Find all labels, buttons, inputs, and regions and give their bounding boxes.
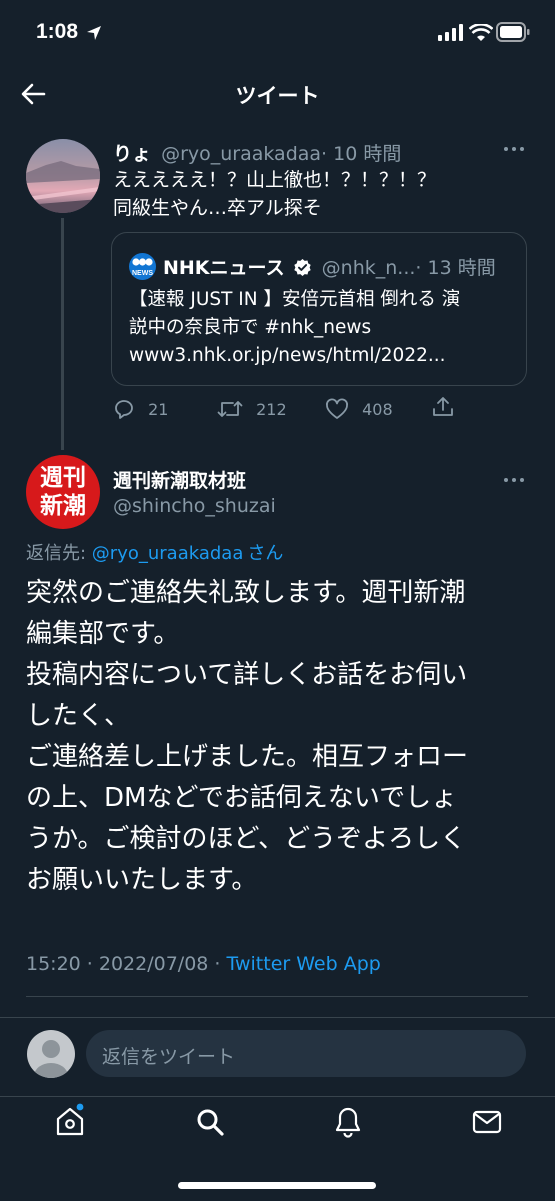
replying-to-suffix: さん bbox=[247, 543, 284, 564]
quoted-tweet[interactable]: NEWS NHKニュース @nhk_n...· 13 時間 【速報 JUST I… bbox=[111, 232, 527, 386]
my-avatar[interactable] bbox=[27, 1030, 75, 1078]
more-options-icon[interactable] bbox=[503, 145, 525, 153]
tweet-text: えええええ！？山上徹也！？！？！？ 同級生やん…卒アル探そ bbox=[113, 166, 436, 222]
replying-to-prefix: 返信先: bbox=[26, 543, 92, 564]
timestamp-text: 15:20 · 2022/07/08 · bbox=[26, 953, 227, 975]
like-action[interactable]: 408 bbox=[325, 398, 393, 420]
notification-dot bbox=[76, 1103, 84, 1111]
status-bar: 1:08 bbox=[0, 0, 555, 66]
svg-text:NEWS: NEWS bbox=[132, 270, 153, 277]
quote-text: 【速報 JUST IN 】安倍元首相 倒れる 演 説中の奈良市で #nhk_ne… bbox=[129, 286, 519, 370]
avatar-text-line: 週刊 bbox=[40, 465, 86, 491]
tweet-text-line: 同級生やん…卒アル探そ bbox=[113, 197, 322, 219]
display-name[interactable]: 週刊新潮取材班 bbox=[113, 466, 246, 493]
replying-to-handle[interactable]: @ryo_uraakadaa bbox=[92, 543, 244, 564]
default-avatar-icon bbox=[34, 1040, 68, 1078]
thread-line bbox=[61, 218, 64, 450]
home-indicator bbox=[178, 1182, 376, 1189]
quote-text-line: 説中の奈良市で #nhk_news bbox=[129, 317, 372, 338]
tweet-timestamp: 15:20 · 2022/07/08 · Twitter Web App bbox=[26, 953, 381, 975]
handle[interactable]: @shincho_shuzai bbox=[113, 495, 276, 517]
home-icon[interactable] bbox=[55, 1103, 85, 1137]
reply-placeholder: 返信をツイート bbox=[102, 1046, 236, 1068]
search-icon[interactable] bbox=[195, 1107, 225, 1137]
quote-text-line: www3.nhk.or.jp/news/html/2022... bbox=[129, 345, 446, 366]
avatar-image bbox=[26, 139, 100, 213]
share-icon[interactable] bbox=[431, 395, 455, 419]
avatar-shincho[interactable]: 週刊 新潮 bbox=[26, 455, 100, 529]
tweet-time[interactable]: · 10 時間 bbox=[321, 143, 401, 165]
reply-action[interactable]: 21 bbox=[113, 398, 168, 420]
notifications-bell-icon[interactable] bbox=[334, 1106, 362, 1138]
divider bbox=[26, 996, 528, 997]
quote-text-line: 【速報 JUST IN 】安倍元首相 倒れる 演 bbox=[129, 289, 461, 310]
tweet-actions: 21 212 408 bbox=[113, 395, 533, 424]
like-heart-icon bbox=[326, 398, 348, 419]
avatar-text-line: 新潮 bbox=[40, 493, 86, 519]
page-title: ツイート bbox=[235, 84, 320, 108]
quote-display-name: NHKニュース bbox=[163, 257, 285, 279]
verified-badge-icon bbox=[293, 258, 311, 277]
nhk-avatar: NEWS bbox=[129, 253, 156, 280]
avatar[interactable] bbox=[26, 139, 100, 213]
handle[interactable]: @ryo_uraakadaa bbox=[161, 143, 321, 165]
quote-header: NHKニュース @nhk_n...· 13 時間 bbox=[163, 253, 496, 280]
messages-icon[interactable] bbox=[472, 1110, 502, 1134]
divider bbox=[0, 1017, 555, 1018]
replying-to: 返信先: @ryo_uraakadaa さん bbox=[26, 539, 283, 565]
battery-icon bbox=[496, 22, 530, 42]
nhk-logo-icon: NEWS bbox=[132, 258, 153, 277]
signal-icon bbox=[438, 24, 463, 41]
reply-count: 21 bbox=[148, 400, 169, 419]
quote-handle: @nhk_n... bbox=[321, 257, 416, 279]
retweet-action[interactable]: 212 bbox=[217, 398, 287, 420]
location-arrow-icon bbox=[87, 26, 101, 40]
tweet-source[interactable]: Twitter Web App bbox=[227, 953, 381, 975]
retweet-icon bbox=[217, 401, 243, 417]
status-time: 1:08 bbox=[36, 20, 79, 43]
tweet-header: りょ @ryo_uraakadaa· 10 時間 bbox=[113, 139, 401, 166]
like-count: 408 bbox=[362, 400, 393, 419]
display-name[interactable]: りょ bbox=[113, 143, 151, 165]
reply-icon bbox=[115, 400, 133, 419]
retweet-count: 212 bbox=[256, 400, 287, 419]
wifi-icon bbox=[469, 24, 493, 41]
tweet-text-line: えええええ！？山上徹也！？！？！？ bbox=[113, 169, 437, 191]
reply-tweet-text: 突然のご連絡失礼致します。週刊新潮 編集部です。 投稿内容について詳しくお話をお… bbox=[26, 578, 469, 895]
more-options-icon[interactable] bbox=[503, 476, 525, 484]
quote-time: · 13 時間 bbox=[415, 257, 496, 279]
reply-input[interactable]: 返信をツイート bbox=[86, 1030, 526, 1077]
